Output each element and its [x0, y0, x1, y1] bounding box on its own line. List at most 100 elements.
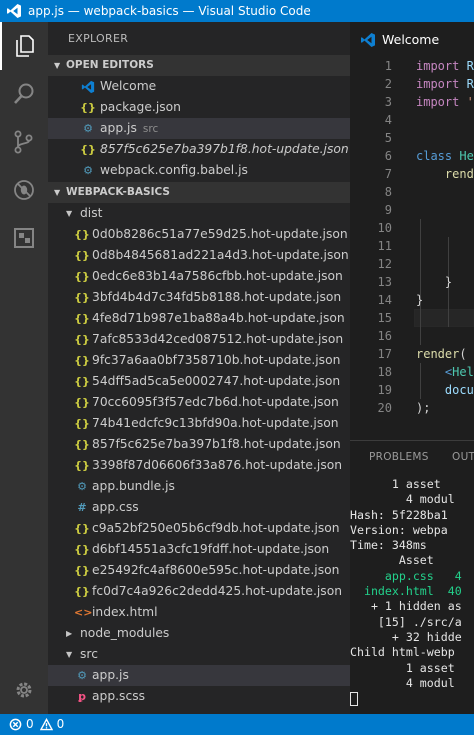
- file-item[interactable]: {} c9a52bf250e05b6cf9db.hot-update.json: [48, 518, 350, 539]
- open-editor-item[interactable]: Welcome: [48, 76, 350, 97]
- file-item[interactable]: # app.css: [48, 497, 350, 518]
- file-label: 0edc6e83b14a7586cfbb.hot-update.json: [92, 269, 343, 283]
- json-icon: {}: [74, 396, 90, 409]
- json-icon: {}: [74, 438, 90, 451]
- file-item[interactable]: {} 0d0b8286c51a77e59d25.hot-update.json: [48, 224, 350, 245]
- extensions-icon: [14, 228, 34, 248]
- bottom-panel: PROBLEMS OUTPUT 1 asset 4 modulHash: 5f2…: [350, 440, 474, 714]
- json-icon: {}: [74, 333, 90, 346]
- source-control-icon: [14, 130, 33, 154]
- folder-src[interactable]: ▼ src: [48, 644, 350, 665]
- file-item[interactable]: {} e25492fc4af8600e595c.hot-update.json: [48, 560, 350, 581]
- line-number: 15: [377, 311, 392, 325]
- code-line: import ': [416, 95, 474, 109]
- json-icon: {}: [74, 564, 90, 577]
- activity-manage[interactable]: [0, 666, 48, 714]
- editor-tab-bar: Welcome: [350, 22, 474, 57]
- terminal-output[interactable]: 1 asset 4 modul Hash: 5f228ba1 Version: we…: [350, 477, 474, 706]
- vscode-icon: [361, 33, 375, 47]
- gear-icon: ⚙: [77, 480, 87, 493]
- open-editor-item[interactable]: ⚙ webpack.config.babel.js: [48, 160, 350, 181]
- file-item[interactable]: {} 0edc6e83b14a7586cfbb.hot-update.json: [48, 266, 350, 287]
- open-editor-label: Welcome: [100, 79, 157, 93]
- file-item[interactable]: ⚙ app.js: [48, 665, 350, 686]
- code-line: );: [416, 401, 431, 415]
- file-item[interactable]: {} 857f5c625e7ba397b1f8.hot-update.json: [48, 434, 350, 455]
- json-icon: {}: [74, 585, 90, 598]
- file-item[interactable]: {} 3bfd4b4d7c34fd5b8188.hot-update.json: [48, 287, 350, 308]
- file-label: 0d0b8286c51a77e59d25.hot-update.json: [92, 227, 348, 241]
- code-line: <Hel: [444, 365, 474, 379]
- file-label: index.html: [92, 605, 158, 619]
- gear-icon: ⚙: [83, 164, 93, 177]
- file-item[interactable]: {} 3398f87d06606f33a876.hot-update.json: [48, 455, 350, 476]
- json-icon: {}: [74, 543, 90, 556]
- file-item[interactable]: {} 70cc6095f3f57edc7b6d.hot-update.json: [48, 392, 350, 413]
- open-editors-label: OPEN EDITORS: [66, 59, 154, 71]
- json-icon: {}: [74, 375, 90, 388]
- terminal-line: app.css 4: [350, 568, 462, 583]
- file-label: 54dff5ad5ca5e0002747.hot-update.json: [92, 374, 341, 388]
- line-number: 11: [377, 239, 392, 253]
- line-number: 5: [384, 131, 392, 145]
- file-label: 3bfd4b4d7c34fd5b8188.hot-update.json: [92, 290, 342, 304]
- folder-label: dist: [80, 206, 103, 220]
- file-item[interactable]: {} 74b41edcfc9c13bfd90a.hot-update.json: [48, 413, 350, 434]
- line-number: 6: [384, 149, 392, 163]
- file-label: 0d8b4845681ad221a4d3.hot-update.json: [92, 248, 349, 262]
- open-editor-label: package.json: [100, 100, 181, 114]
- file-item[interactable]: ⚙ app.bundle.js: [48, 476, 350, 497]
- file-item[interactable]: {} 9fc37a6aa0bf7358710b.hot-update.json: [48, 350, 350, 371]
- problems-status[interactable]: 0 0: [9, 714, 64, 735]
- file-label: 70cc6095f3f57edc7b6d.hot-update.json: [92, 395, 339, 409]
- warning-icon: [39, 718, 53, 731]
- file-label: app.scss: [92, 689, 146, 703]
- code-line: import R: [416, 59, 474, 73]
- terminal-prompt: [350, 691, 474, 706]
- file-label: 3398f87d06606f33a876.hot-update.json: [92, 458, 343, 472]
- current-line-highlight: [414, 309, 474, 327]
- tab-problems[interactable]: PROBLEMS: [369, 451, 429, 463]
- folder-dist[interactable]: ▼ dist: [48, 203, 350, 224]
- error-icon: [9, 718, 22, 731]
- terminal-line: Hash: 5f228ba1: [350, 507, 448, 522]
- file-item[interactable]: {} 7afc8533d42ced087512.hot-update.json: [48, 329, 350, 350]
- file-label: 9fc37a6aa0bf7358710b.hot-update.json: [92, 353, 341, 367]
- file-item[interactable]: {} fc0d7c4a926c2dedd425.hot-update.json: [48, 581, 350, 602]
- line-number: 7: [384, 167, 392, 181]
- files-icon: [16, 35, 34, 57]
- json-icon: {}: [74, 270, 90, 283]
- activity-extensions[interactable]: [0, 214, 48, 262]
- file-item[interactable]: {} 4fe8d71b987e1ba88a4b.hot-update.json: [48, 308, 350, 329]
- file-item[interactable]: <> index.html: [48, 602, 350, 623]
- file-label: c9a52bf250e05b6cf9db.hot-update.json: [92, 521, 340, 535]
- folder-label: node_modules: [80, 626, 170, 640]
- chevron-down-icon: ▼: [54, 188, 61, 197]
- tab-output[interactable]: OUTPUT: [452, 451, 474, 463]
- open-editor-item[interactable]: {} 857f5c625e7ba397b1f8.hot-update.jsond…: [48, 139, 350, 160]
- tab-welcome[interactable]: Welcome: [350, 22, 474, 57]
- code-line: }: [416, 293, 424, 307]
- terminal-line: + 1 hidden as: [350, 599, 462, 614]
- terminal-line: Time: 348ms: [350, 538, 427, 553]
- file-item[interactable]: {} 54dff5ad5ca5e0002747.hot-update.json: [48, 371, 350, 392]
- open-editors-header[interactable]: ▼ OPEN EDITORS: [48, 55, 350, 76]
- code-editor[interactable]: 1 2 3 4 5 6 7 8 9 10 11 12 13 14 15 16 17 18 19 20 import R…: [350, 57, 474, 440]
- folder-node-modules[interactable]: ▶ node_modules: [48, 623, 350, 644]
- file-item[interactable]: {} d6bf14551a3cfc19fdff.hot-update.json: [48, 539, 350, 560]
- open-editor-item[interactable]: {} package.json: [48, 97, 350, 118]
- open-editor-item[interactable]: ⚙ app.js src: [48, 118, 350, 139]
- html-icon: <>: [74, 606, 93, 619]
- activity-source-control[interactable]: [0, 118, 48, 166]
- title-bar: app.js — webpack-basics — Visual Studio …: [0, 0, 474, 22]
- terminal-line: 1 asset: [350, 660, 455, 675]
- code-line: }: [416, 275, 453, 289]
- activity-explorer[interactable]: [0, 22, 48, 70]
- file-item[interactable]: ꝑ app.scss: [48, 686, 350, 707]
- activity-search[interactable]: [0, 70, 48, 118]
- terminal-line: [15] ./src/a: [350, 614, 462, 629]
- project-header[interactable]: ▼ WEBPACK-BASICS: [48, 182, 350, 203]
- file-item[interactable]: {} 0d8b4845681ad221a4d3.hot-update.json: [48, 245, 350, 266]
- terminal-line: Version: webpa: [350, 522, 448, 537]
- activity-debug[interactable]: [0, 166, 48, 214]
